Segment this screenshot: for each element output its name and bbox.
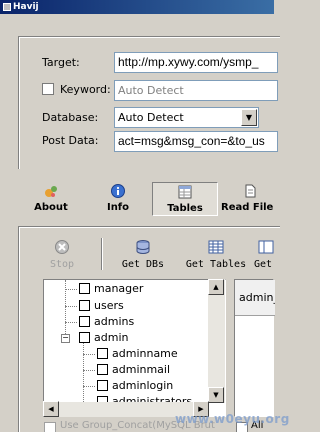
results-pane[interactable]: admin_ [234, 279, 275, 417]
columns-icon [258, 240, 274, 254]
node-checkbox[interactable] [79, 332, 90, 343]
node-checkbox[interactable] [79, 316, 90, 327]
target-input[interactable]: http://mp.xywy.com/ysmp_ [114, 52, 278, 73]
get-dbs-label: Get DBs [121, 259, 165, 270]
collapse-icon[interactable]: − [61, 334, 70, 343]
nav-read-file-button[interactable]: Read File [221, 182, 274, 216]
target-label: Target: [42, 56, 80, 69]
postdata-input[interactable]: act=msg&msg_con=&to_us [114, 131, 278, 152]
nav-about-label: About [34, 202, 68, 213]
tables-icon [178, 185, 192, 199]
watermark: www.w0eyu.org [175, 412, 290, 426]
app-icon [3, 2, 11, 11]
tree-line [83, 370, 95, 371]
tree-node-adminlogin[interactable]: adminlogin [97, 378, 173, 394]
toolbar-separator [101, 238, 103, 270]
stop-button[interactable]: Stop [44, 240, 80, 270]
tree-node-manager[interactable]: manager [79, 281, 143, 297]
nav-info-button[interactable]: Info [97, 182, 139, 216]
scroll-left-icon[interactable]: ◀ [43, 401, 59, 417]
scroll-up-icon[interactable]: ▲ [208, 279, 224, 295]
database-icon [136, 240, 150, 254]
stop-label: Stop [49, 259, 75, 270]
node-checkbox[interactable] [79, 283, 90, 294]
database-label: Database: [42, 111, 99, 124]
node-checkbox[interactable] [79, 300, 90, 311]
tree-node-admins[interactable]: admins [79, 314, 134, 330]
tree-node-adminmail[interactable]: adminmail [97, 362, 170, 378]
nav-tables-button[interactable]: Tables [152, 182, 218, 216]
chevron-down-icon[interactable]: ▼ [241, 109, 257, 126]
database-select[interactable]: Auto Detect ▼ [114, 107, 259, 128]
node-checkbox[interactable] [97, 364, 108, 375]
database-selected-value: Auto Detect [118, 111, 184, 124]
tree-node-users[interactable]: users [79, 298, 124, 314]
nav-info-label: Info [106, 202, 130, 213]
info-icon [111, 184, 125, 198]
tree-node-adminname[interactable]: adminname [97, 346, 178, 362]
node-checkbox[interactable] [97, 348, 108, 359]
tree-line [83, 354, 95, 355]
tree-line [65, 289, 77, 290]
keyword-input[interactable]: Auto Detect [114, 80, 278, 101]
get-columns-label: Get [254, 259, 273, 270]
keyword-checkbox[interactable] [42, 83, 54, 95]
read-file-icon [245, 184, 256, 198]
postdata-label: Post Data: [42, 134, 99, 147]
tree-vertical-scrollbar[interactable]: ▲ ▼ [208, 279, 225, 403]
tables-tree[interactable]: − manager users admins admin adminname a… [43, 279, 226, 417]
tree-line [65, 306, 77, 307]
get-columns-button[interactable]: Get [254, 240, 274, 270]
nav-about-button[interactable]: About [30, 182, 72, 216]
window-title: Havij [13, 2, 39, 12]
get-tables-label: Get Tables [185, 259, 247, 270]
title-bar: Havij [0, 0, 274, 14]
keyword-label: Keyword: [60, 83, 111, 96]
nav-tables-label: Tables [167, 203, 203, 214]
results-column-header[interactable]: admin_ [235, 280, 275, 316]
about-icon [45, 186, 57, 197]
tree-line [65, 322, 77, 323]
nav-read-file-label: Read File [221, 202, 274, 213]
tree-node-admin[interactable]: admin [79, 330, 128, 346]
stop-icon [55, 240, 69, 254]
grid-icon [208, 240, 224, 254]
node-checkbox[interactable] [97, 380, 108, 391]
get-dbs-button[interactable]: Get DBs [118, 240, 168, 270]
scroll-down-icon[interactable]: ▼ [208, 387, 224, 403]
get-tables-button[interactable]: Get Tables [183, 240, 249, 270]
tree-line [83, 386, 95, 387]
use-group-concat-checkbox[interactable] [44, 422, 56, 432]
